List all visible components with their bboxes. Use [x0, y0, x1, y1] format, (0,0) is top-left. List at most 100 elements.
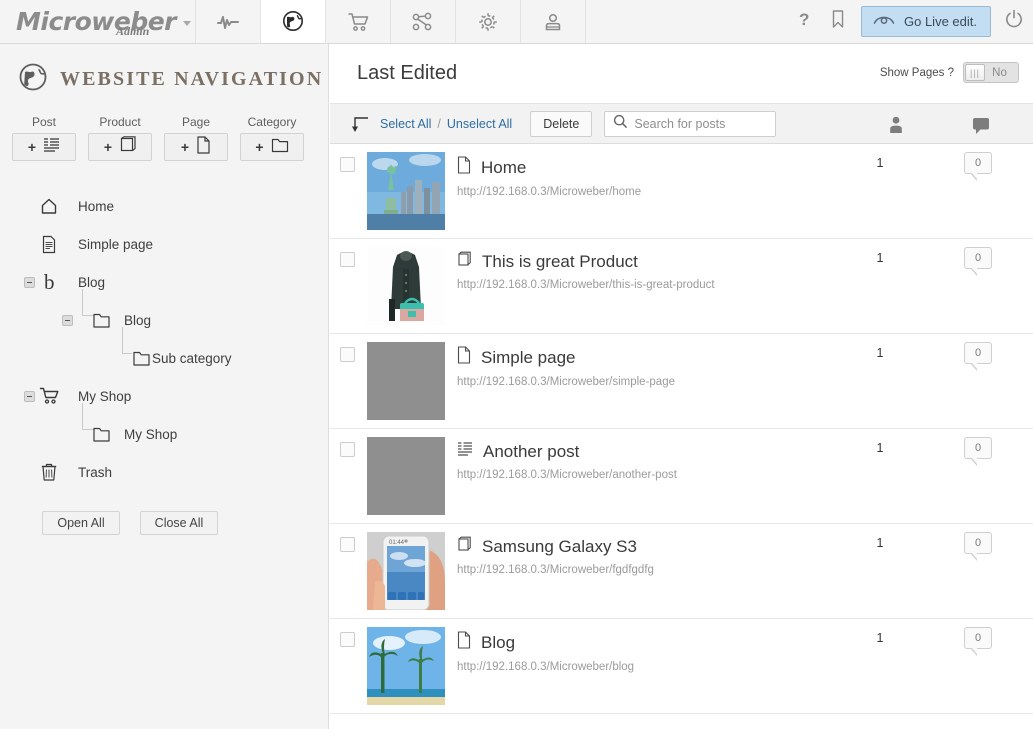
trash-icon [38, 461, 60, 483]
row-title[interactable]: Another post [483, 442, 579, 462]
tab-shop[interactable] [326, 0, 391, 43]
row-comments[interactable]: 0 [964, 437, 994, 459]
row-checkbox[interactable] [340, 537, 355, 552]
row-title-line: Blog [457, 631, 1033, 654]
row-body: Another post http://192.168.0.3/Microweb… [457, 441, 1033, 481]
row-views-count: 1 [860, 536, 900, 550]
tree-toggle-blog[interactable] [24, 277, 35, 288]
tree-item-home[interactable]: Home [0, 187, 328, 225]
go-live-edit-label: Go Live edit. [904, 14, 977, 29]
search-box[interactable] [604, 111, 776, 137]
tree-item-trash[interactable]: Trash [0, 453, 328, 491]
home-icon [38, 195, 60, 217]
folder-icon [271, 137, 289, 158]
row-checkbox[interactable] [340, 632, 355, 647]
quick-add-post-label: Post [32, 115, 56, 129]
list-item[interactable]: Simple page http://192.168.0.3/Microwebe… [330, 334, 1033, 429]
list-item[interactable]: This is great Product http://192.168.0.3… [330, 239, 1033, 334]
row-thumbnail [367, 247, 445, 325]
row-title[interactable]: Blog [481, 633, 515, 653]
bookmark-button[interactable] [821, 0, 855, 43]
folder-icon [130, 347, 152, 369]
row-views-count: 1 [860, 251, 900, 265]
row-url[interactable]: http://192.168.0.3/Microweber/this-is-gr… [457, 279, 1033, 291]
plus-icon: + [255, 140, 263, 154]
list-item[interactable]: Home http://192.168.0.3/Microweber/home … [330, 144, 1033, 239]
row-comments[interactable]: 0 [964, 247, 994, 269]
power-icon [1004, 9, 1024, 34]
gear-icon [476, 10, 500, 34]
row-title[interactable]: Simple page [481, 348, 576, 368]
list-item[interactable]: 01:44 Samsung Galaxy S3 http://192.168.0… [330, 524, 1033, 619]
row-title[interactable]: Home [481, 158, 526, 178]
search-input[interactable] [634, 117, 764, 131]
row-title-line: This is great Product [457, 251, 1033, 272]
add-product-button[interactable]: + [88, 133, 152, 161]
row-thumbnail [367, 342, 445, 420]
comment-count-badge: 0 [964, 437, 992, 459]
select-all-link[interactable]: Select All [380, 117, 431, 131]
search-icon [613, 114, 628, 134]
row-url[interactable]: http://192.168.0.3/Microweber/home [457, 186, 1033, 198]
row-comments[interactable]: 0 [964, 342, 994, 364]
folder-icon [90, 309, 112, 331]
post-icon [43, 137, 60, 158]
row-title-line: Simple page [457, 346, 1033, 369]
tab-users[interactable] [521, 0, 586, 43]
row-title[interactable]: Samsung Galaxy S3 [482, 537, 637, 557]
row-comments[interactable]: 0 [964, 152, 994, 174]
tab-website[interactable] [261, 0, 326, 43]
toolbar-separator: / [431, 117, 446, 131]
row-url[interactable]: http://192.168.0.3/Microweber/another-po… [457, 469, 1033, 481]
tree-item-sub-category-label: Sub category [152, 351, 232, 366]
brand-name: Microweber [16, 7, 176, 36]
row-body: Simple page http://192.168.0.3/Microwebe… [457, 346, 1033, 388]
row-comments[interactable]: 0 [964, 532, 994, 554]
row-thumbnail: 01:44 [367, 532, 445, 610]
delete-button[interactable]: Delete [530, 111, 592, 137]
row-url[interactable]: http://192.168.0.3/Microweber/blog [457, 661, 1033, 673]
main-header: Last Edited Show Pages ? ||| No [330, 44, 1033, 103]
tab-settings[interactable] [456, 0, 521, 43]
list-item[interactable]: Another post http://192.168.0.3/Microweb… [330, 429, 1033, 524]
tree-item-sub-category[interactable]: Sub category [0, 339, 328, 377]
go-live-edit-button[interactable]: Go Live edit. [861, 6, 991, 37]
tab-analytics[interactable] [196, 0, 261, 43]
list-item[interactable]: Blog http://192.168.0.3/Microweber/blog … [330, 619, 1033, 714]
show-pages-toggle[interactable]: ||| No [963, 62, 1019, 83]
tree-item-my-shop-category[interactable]: My Shop [0, 415, 328, 453]
row-url[interactable]: http://192.168.0.3/Microweber/fgdfgdfg [457, 564, 1033, 576]
logout-button[interactable] [999, 0, 1029, 43]
toggle-knob[interactable]: ||| [965, 64, 985, 81]
open-all-button[interactable]: Open All [42, 511, 120, 535]
row-checkbox[interactable] [340, 252, 355, 267]
tree-toggle-blog-category[interactable] [62, 315, 73, 326]
close-all-button[interactable]: Close All [140, 511, 218, 535]
tree-item-simple-page[interactable]: Simple page [0, 225, 328, 263]
row-checkbox[interactable] [340, 347, 355, 362]
unselect-all-link[interactable]: Unselect All [447, 117, 512, 131]
tree-toggle-my-shop[interactable] [24, 391, 35, 402]
tree-item-blog-category[interactable]: Blog [0, 301, 328, 339]
row-url[interactable]: http://192.168.0.3/Microweber/simple-pag… [457, 376, 1033, 388]
page-icon [457, 346, 471, 369]
row-comments[interactable]: 0 [964, 627, 994, 649]
plus-icon: + [181, 140, 189, 154]
help-button[interactable]: ? [787, 0, 821, 43]
comment-column-header-icon [971, 115, 991, 140]
row-checkbox[interactable] [340, 442, 355, 457]
show-pages-value: No [985, 67, 1018, 79]
add-post-button[interactable]: + [12, 133, 76, 161]
add-page-button[interactable]: + [164, 133, 228, 161]
tree-item-blog[interactable]: b Blog [0, 263, 328, 301]
chevron-down-icon[interactable] [183, 21, 191, 26]
content-list: Home http://192.168.0.3/Microweber/home … [330, 144, 1033, 714]
row-checkbox[interactable] [340, 157, 355, 172]
tree-item-my-shop[interactable]: My Shop [0, 377, 328, 415]
quick-add-page-label: Page [182, 115, 210, 129]
brand-logo[interactable]: Microweber Admin [0, 0, 196, 43]
tab-modules[interactable] [391, 0, 456, 43]
add-category-button[interactable]: + [240, 133, 304, 161]
tree-connector [82, 403, 83, 429]
row-title[interactable]: This is great Product [482, 252, 638, 272]
